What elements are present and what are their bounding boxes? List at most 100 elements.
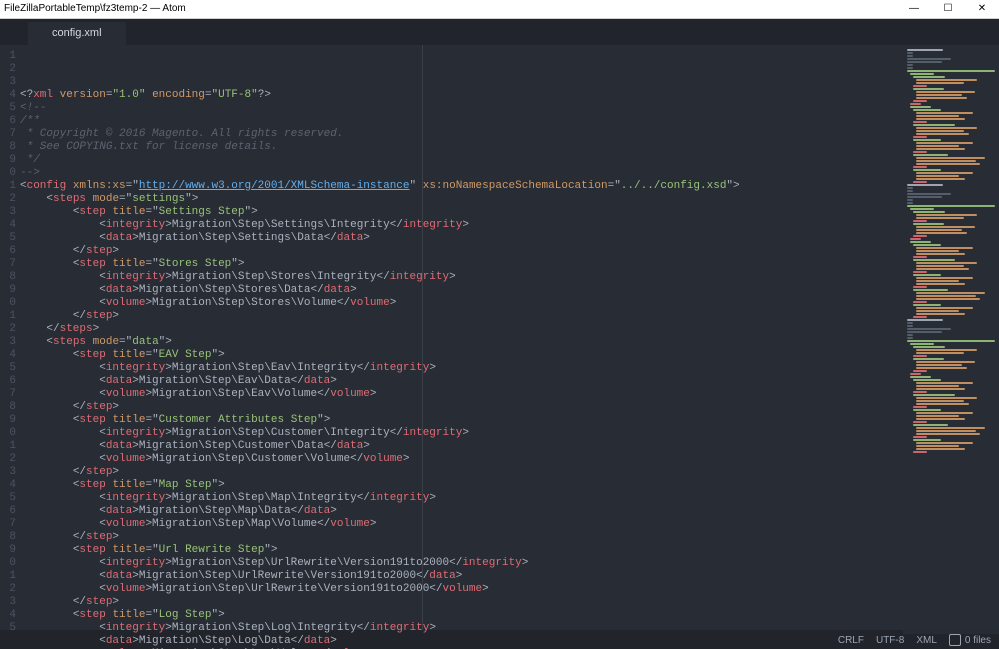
code-line[interactable]: <?xml version="1.0" encoding="UTF-8"?> [20,89,999,102]
minimap-line [916,412,973,414]
code-line[interactable]: </step> [20,310,999,323]
code-line[interactable]: <!-- [20,102,999,115]
minimap-line [913,391,927,393]
code-line[interactable]: </step> [20,245,999,258]
code-line[interactable]: <integrity>Migration\Step\Eav\Integrity<… [20,362,999,375]
code-editor[interactable]: <?xml version="1.0" encoding="UTF-8"?><!… [18,45,999,630]
minimap-line [916,307,973,309]
close-icon: ✕ [978,0,986,18]
window-close-button[interactable]: ✕ [965,0,999,18]
code-line[interactable]: * See COPYING.txt for license details. [20,141,999,154]
code-line[interactable]: </steps> [20,323,999,336]
code-line[interactable]: <config xmlns:xs="http://www.w3.org/2001… [20,180,999,193]
code-line[interactable]: <data>Migration\Step\Eav\Data</data> [20,375,999,388]
tab-config-xml[interactable]: config.xml [28,22,126,45]
line-number: 3 [0,206,16,219]
code-line[interactable]: <data>Migration\Step\Stores\Data</data> [20,284,999,297]
minimap-line [913,220,927,222]
minimap-line [913,256,927,258]
code-line[interactable]: */ [20,154,999,167]
minimap-line [907,331,942,333]
minimap-line [913,76,945,78]
line-number: 7 [0,128,16,141]
code-line[interactable]: <step title="EAV Step"> [20,349,999,362]
minimap-line [916,349,977,351]
minimap-line [907,70,995,72]
code-line[interactable]: <data>Migration\Step\Log\Data</data> [20,635,999,648]
code-line[interactable]: <data>Migration\Step\Customer\Data</data… [20,440,999,453]
minimap-line [913,121,927,123]
code-line[interactable]: <steps mode="settings"> [20,193,999,206]
window-maximize-button[interactable]: ☐ [931,0,965,18]
editor-area[interactable]: 1234567890123456789012345678901234567890… [0,45,999,630]
code-line[interactable]: </step> [20,466,999,479]
code-line[interactable]: <step title="Map Step"> [20,479,999,492]
minimap-line [913,436,927,438]
minimap-line [913,271,927,273]
minimap-line [907,64,913,66]
minimap-line [913,406,927,408]
line-number: 8 [0,401,16,414]
minimap-line [913,109,941,111]
minimap-line [913,355,927,357]
minimap-line [913,124,955,126]
code-line[interactable]: * Copyright © 2016 Magento. All rights r… [20,128,999,141]
minimap-line [913,289,948,291]
code-line[interactable]: <data>Migration\Step\Settings\Data</data… [20,232,999,245]
code-line[interactable]: <integrity>Migration\Step\UrlRewrite\Ver… [20,557,999,570]
code-line[interactable]: <step title="Url Rewrite Step"> [20,544,999,557]
minimap[interactable] [903,45,999,634]
minimap-line [910,241,931,243]
minimap-line [916,397,977,399]
line-number: 8 [0,141,16,154]
minimap-line [916,361,975,363]
code-line[interactable]: <integrity>Migration\Step\Settings\Integ… [20,219,999,232]
line-number: 0 [0,167,16,180]
code-line[interactable]: <volume>Migration\Step\Stores\Volume</vo… [20,297,999,310]
minimap-line [916,295,976,297]
minimap-line [910,106,931,108]
code-line[interactable]: </step> [20,596,999,609]
code-line[interactable]: <data>Migration\Step\UrlRewrite\Version1… [20,570,999,583]
code-line[interactable]: <integrity>Migration\Step\Stores\Integri… [20,271,999,284]
code-line[interactable]: <integrity>Migration\Step\Map\Integrity<… [20,492,999,505]
minimap-line [916,226,975,228]
code-line[interactable]: <data>Migration\Step\Map\Data</data> [20,505,999,518]
line-number: 8 [0,531,16,544]
minimap-line [913,409,941,411]
line-number: 8 [0,271,16,284]
minimap-line [916,133,969,135]
minimap-line [907,325,913,327]
minimap-line [916,232,967,234]
minimap-line [907,187,913,189]
minimap-line [916,112,973,114]
minimap-line [913,181,927,183]
code-line[interactable]: <step title="Settings Step"> [20,206,999,219]
code-line[interactable]: /** [20,115,999,128]
minimap-line [907,322,913,324]
line-number: 1 [0,440,16,453]
minimap-line [916,157,985,159]
code-line[interactable]: <step title="Log Step"> [20,609,999,622]
minimap-line [913,358,944,360]
code-line[interactable]: <volume>Migration\Step\Eav\Volume</volum… [20,388,999,401]
minimap-line [916,268,969,270]
line-number: 2 [0,323,16,336]
window-minimize-button[interactable]: — [897,0,931,18]
minimap-line [916,352,964,354]
code-line[interactable]: <volume>Migration\Step\UrlRewrite\Versio… [20,583,999,596]
code-line[interactable]: <step title="Customer Attributes Step"> [20,414,999,427]
code-line[interactable]: <integrity>Migration\Step\Log\Integrity<… [20,622,999,635]
code-line[interactable]: <volume>Migration\Step\Map\Volume</volum… [20,518,999,531]
code-line[interactable]: <volume>Migration\Step\Customer\Volume</… [20,453,999,466]
minimap-line [907,52,913,54]
minimap-line [916,415,959,417]
code-line[interactable]: <steps mode="data"> [20,336,999,349]
code-line[interactable]: <step title="Stores Step"> [20,258,999,271]
minimap-line [907,205,995,207]
minimap-line [916,280,959,282]
code-line[interactable]: --> [20,167,999,180]
code-line[interactable]: </step> [20,401,999,414]
code-line[interactable]: <integrity>Migration\Step\Customer\Integ… [20,427,999,440]
code-line[interactable]: </step> [20,531,999,544]
